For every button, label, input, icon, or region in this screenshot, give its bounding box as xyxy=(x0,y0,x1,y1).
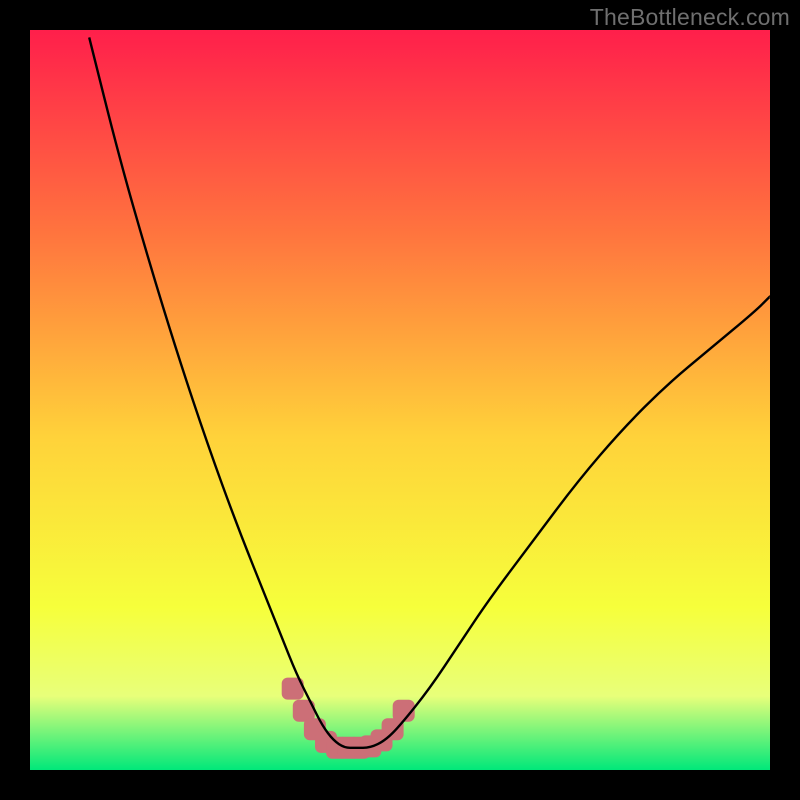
plot-area xyxy=(30,30,770,770)
chart-frame: TheBottleneck.com xyxy=(0,0,800,800)
chart-svg xyxy=(30,30,770,770)
gradient-background xyxy=(30,30,770,770)
watermark-text: TheBottleneck.com xyxy=(590,4,790,31)
